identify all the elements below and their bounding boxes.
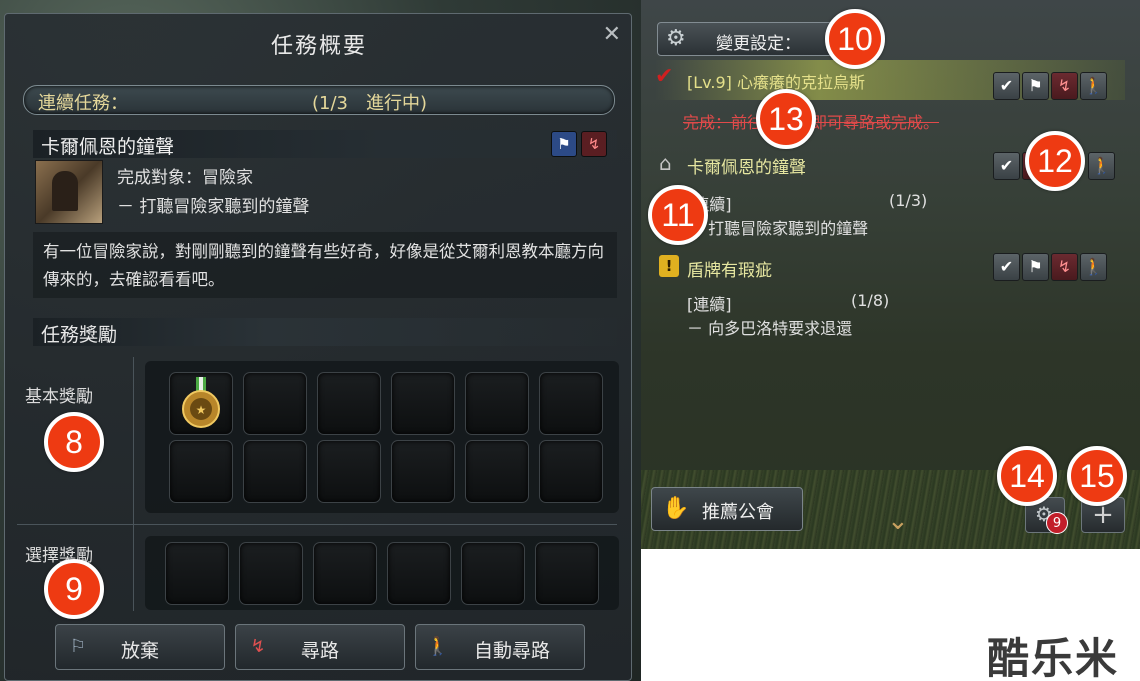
close-icon[interactable]: ✕: [603, 22, 621, 47]
reward-slot[interactable]: [243, 372, 307, 435]
complete-check-button[interactable]: ✔: [993, 152, 1020, 180]
quest-objective: － 打聽冒險家聽到的鐘聲: [117, 197, 310, 217]
quest-objective: － 向多巴洛特要求退還: [687, 319, 853, 338]
quest-tracker-panel: ⚙ 變更設定： ✔ [Lv.9] 心癢癢的克拉烏斯 ✔ ⚑ ↯ 🚶 完成：前往對…: [641, 0, 1140, 549]
guild-label: 推薦公會: [702, 502, 774, 523]
auto-walk-button[interactable]: 🚶: [1088, 152, 1115, 180]
svg-text:★: ★: [196, 403, 207, 417]
quest-description: 有一位冒險家說，對剛剛聽到的鐘聲有些好奇，好像是從艾爾利恩教本廳方向傳來的，去確…: [43, 242, 604, 289]
basic-reward-label: 基本獎勵: [25, 387, 93, 407]
choice-slot[interactable]: [165, 542, 229, 605]
callout-marker-12: 12: [1025, 131, 1085, 191]
reward-slot[interactable]: [169, 440, 233, 503]
tracked-quest-title[interactable]: 卡爾佩恩的鐘聲: [687, 153, 806, 178]
reward-slot[interactable]: [391, 372, 455, 435]
tracked-quest-title[interactable]: 盾牌有瑕疵: [687, 256, 772, 281]
quest-title: 卡爾佩恩的鐘聲: [41, 136, 175, 158]
reward-slot[interactable]: [465, 440, 529, 503]
callout-marker-10: 10: [825, 9, 885, 69]
path-icon[interactable]: ↯: [581, 131, 607, 157]
choice-slot[interactable]: [535, 542, 599, 605]
abandon-button[interactable]: ⚐ 放棄: [55, 624, 225, 670]
callout-marker-14: 14: [997, 446, 1057, 506]
change-settings-button[interactable]: ⚙ 變更設定：: [657, 22, 833, 56]
choice-slot[interactable]: [387, 542, 451, 605]
quest-progress: (1/3): [889, 191, 928, 210]
flag-icon[interactable]: ⚑: [551, 131, 577, 157]
flag-button[interactable]: ⚑: [1022, 253, 1049, 281]
callout-marker-8: 8: [44, 412, 104, 472]
basic-reward-grid: ★: [145, 361, 619, 513]
choice-slot[interactable]: [239, 542, 303, 605]
callout-marker-15: 15: [1067, 446, 1127, 506]
abandon-label: 放棄: [120, 640, 159, 662]
auto-navigate-label: 自動尋路: [473, 640, 550, 662]
quest-description-box: 有一位冒險家說，對剛剛聽到的鐘聲有些好奇，好像是從艾爾利恩教本廳方向傳來的，去確…: [33, 232, 617, 298]
quest-objective: － 打聽冒險家聽到的鐘聲: [687, 219, 869, 238]
red-check-icon: ✔: [655, 64, 674, 89]
series-label: 連續任務：: [38, 93, 128, 114]
choice-slot[interactable]: [313, 542, 377, 605]
hand-icon: ✋: [662, 496, 690, 521]
choice-reward-grid: [145, 536, 619, 610]
quest-portrait-image: [35, 160, 103, 224]
navigate-button[interactable]: ↯ 尋路: [235, 624, 405, 670]
quest-title-bar: 卡爾佩恩的鐘聲 ⚑ ↯: [33, 130, 617, 158]
complete-check-button[interactable]: ✔: [993, 72, 1020, 100]
quest-progress: (1/8): [851, 291, 890, 310]
reward-divider-vertical: [133, 357, 134, 611]
navigate-label: 尋路: [300, 640, 339, 662]
warning-quest-icon: !: [659, 255, 679, 277]
chevron-down-icon[interactable]: ⌄: [887, 506, 909, 536]
reward-divider-horizontal: [17, 524, 617, 525]
complete-check-button[interactable]: ✔: [993, 253, 1020, 281]
recommended-guild-button[interactable]: ✋ 推薦公會: [651, 487, 803, 531]
navigate-path-button[interactable]: ↯: [1051, 253, 1078, 281]
quest-series-tag: [連續]: [687, 295, 732, 314]
auto-walk-button[interactable]: 🚶: [1080, 72, 1107, 100]
reward-slot-medal[interactable]: ★: [169, 372, 233, 435]
reward-heading-bar: 任務獎勵: [33, 318, 617, 346]
reward-slot[interactable]: [465, 372, 529, 435]
gear-icon: ⚙: [666, 26, 686, 51]
watermark-logo: 酷乐米: [987, 634, 1120, 681]
reward-heading: 任務獎勵: [41, 324, 118, 346]
completion-target: 完成對象：冒險家: [117, 168, 253, 188]
reward-slot[interactable]: [317, 372, 381, 435]
home-icon: ⌂: [659, 151, 672, 175]
reward-slot[interactable]: [539, 440, 603, 503]
notification-badge: 9: [1046, 512, 1068, 534]
settings-label: 變更設定：: [716, 34, 801, 54]
medal-icon: ★: [182, 377, 220, 428]
window-title: 任務概要: [270, 34, 367, 59]
callout-marker-9: 9: [44, 559, 104, 619]
callout-marker-13: 13: [756, 89, 816, 149]
navigate-path-button[interactable]: ↯: [1051, 72, 1078, 100]
series-progress: (1/3 進行中): [312, 93, 428, 114]
callout-marker-11: 11: [648, 185, 708, 245]
reward-slot[interactable]: [391, 440, 455, 503]
reward-slot[interactable]: [243, 440, 307, 503]
auto-walk-button[interactable]: 🚶: [1080, 253, 1107, 281]
flag-button[interactable]: ⚑: [1022, 72, 1049, 100]
auto-navigate-button[interactable]: 🚶 自動尋路: [415, 624, 585, 670]
choice-slot[interactable]: [461, 542, 525, 605]
series-quest-bar: 連續任務： (1/3 進行中): [23, 85, 615, 115]
reward-slot[interactable]: [539, 372, 603, 435]
reward-slot[interactable]: [317, 440, 381, 503]
